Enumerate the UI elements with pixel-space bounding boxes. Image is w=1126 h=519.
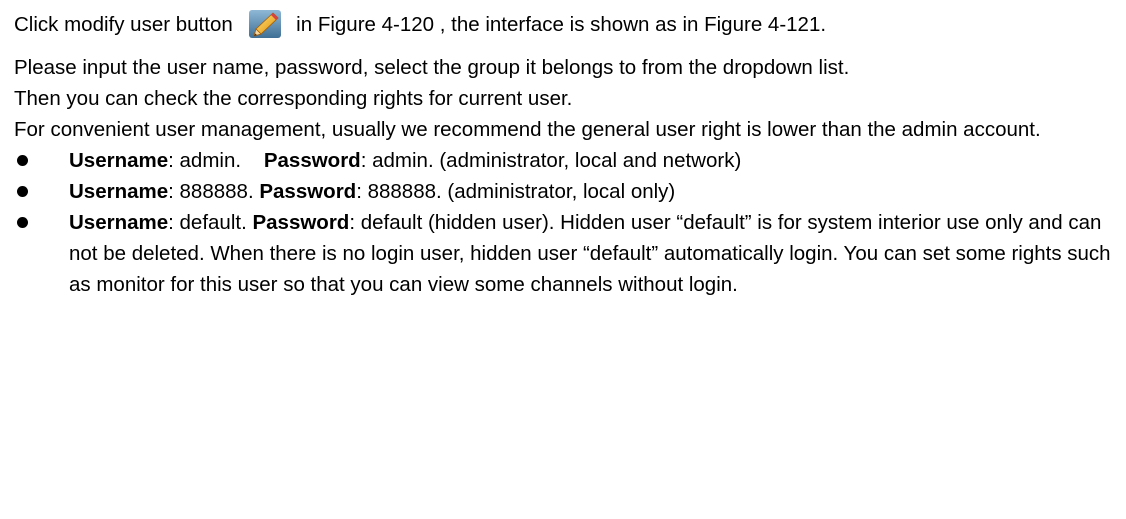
recommendation-paragraph: For convenient user management, usually …: [14, 118, 1041, 141]
bullet-icon: [17, 217, 28, 228]
username-label: Username: [69, 180, 169, 203]
password-value: : 888888. (administrator, local only): [356, 180, 676, 203]
list-item: Username: default. Password: default (hi…: [14, 207, 1114, 300]
bullet-icon: [17, 155, 28, 166]
username-value: : default.: [168, 211, 247, 234]
bullet-icon: [17, 186, 28, 197]
list-item: Username: admin. Password: admin. (admin…: [14, 145, 1114, 176]
instruction-paragraph: Please input the user name, password, se…: [14, 56, 850, 79]
username-label: Username: [69, 149, 169, 172]
username-label: Username: [69, 211, 169, 234]
password-label: Password: [259, 180, 357, 203]
document-page: Click modify user button in Figure 4-120…: [0, 0, 1126, 519]
intro-text-before: Click modify user button: [14, 13, 233, 36]
password-label: Password: [263, 149, 361, 172]
pencil-edit-icon: [248, 9, 282, 39]
username-value: : admin.: [168, 149, 242, 172]
password-label: Password: [252, 211, 350, 234]
intro-text-after: in Figure 4-120 , the interface is shown…: [296, 13, 827, 36]
list-item: Username: 888888. Password: 888888. (adm…: [14, 176, 1114, 207]
default-accounts-list: Username: admin. Password: admin. (admin…: [14, 145, 1126, 300]
password-value: : admin. (administrator, local and netwo…: [360, 149, 742, 172]
intro-paragraph: Click modify user button in Figure 4-120…: [14, 0, 1114, 40]
username-value: : 888888.: [168, 180, 254, 203]
rights-paragraph: Then you can check the corresponding rig…: [14, 87, 573, 110]
